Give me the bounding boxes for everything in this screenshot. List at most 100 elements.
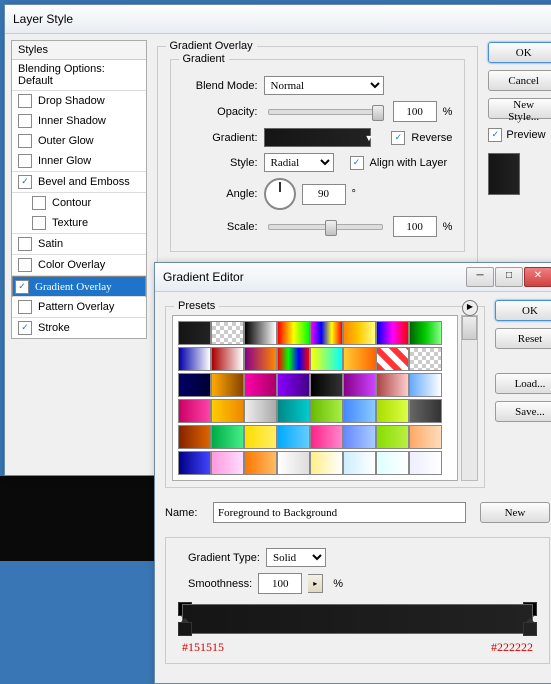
- preset-swatch[interactable]: [211, 373, 244, 397]
- preset-swatch[interactable]: [376, 373, 409, 397]
- smoothness-input[interactable]: [258, 573, 302, 594]
- style-pattern-overlay[interactable]: Pattern Overlay: [12, 297, 146, 318]
- checkbox[interactable]: [18, 134, 32, 148]
- close-button[interactable]: ✕: [524, 267, 551, 287]
- checkbox[interactable]: [18, 237, 32, 251]
- preset-swatch[interactable]: [310, 373, 343, 397]
- ge-save-button[interactable]: Save...: [495, 401, 551, 422]
- preset-swatch[interactable]: [244, 425, 277, 449]
- angle-input[interactable]: [302, 184, 346, 205]
- style-drop-shadow[interactable]: Drop Shadow: [12, 91, 146, 111]
- style-stroke[interactable]: Stroke: [12, 318, 146, 338]
- style-bevel-and-emboss[interactable]: Bevel and Emboss: [12, 172, 146, 193]
- style-texture[interactable]: Texture: [12, 213, 146, 234]
- checkbox[interactable]: [32, 196, 46, 210]
- preset-swatch[interactable]: [277, 399, 310, 423]
- style-color-overlay[interactable]: Color Overlay: [12, 255, 146, 276]
- preset-swatch[interactable]: [409, 347, 442, 371]
- preset-swatch[interactable]: [277, 451, 310, 475]
- preset-swatch[interactable]: [178, 451, 211, 475]
- preset-swatch[interactable]: [343, 373, 376, 397]
- preset-swatch[interactable]: [310, 451, 343, 475]
- preset-swatch[interactable]: [211, 347, 244, 371]
- preset-swatch[interactable]: [343, 451, 376, 475]
- gradient-swatch[interactable]: [264, 128, 371, 147]
- preset-swatch[interactable]: [277, 321, 310, 345]
- checkbox[interactable]: [18, 154, 32, 168]
- blend-mode-select[interactable]: Normal: [264, 76, 384, 95]
- preset-swatch[interactable]: [211, 321, 244, 345]
- preset-scrollbar[interactable]: [461, 315, 478, 481]
- preset-swatch[interactable]: [244, 399, 277, 423]
- preset-swatch[interactable]: [409, 321, 442, 345]
- style-inner-glow[interactable]: Inner Glow: [12, 151, 146, 172]
- preset-swatch[interactable]: [178, 321, 211, 345]
- gradient-bar[interactable]: [182, 604, 533, 634]
- ls-cancel-button[interactable]: Cancel: [488, 70, 551, 91]
- preview-checkbox[interactable]: [488, 128, 502, 142]
- preset-swatch[interactable]: [343, 425, 376, 449]
- style-gradient-overlay[interactable]: Gradient Overlay: [12, 276, 146, 297]
- color-stop-left[interactable]: [178, 622, 192, 636]
- checkbox[interactable]: [18, 321, 32, 335]
- preset-swatch[interactable]: [376, 321, 409, 345]
- ls-ok-button[interactable]: OK: [488, 42, 551, 63]
- preset-swatch[interactable]: [277, 347, 310, 371]
- blending-options[interactable]: Blending Options: Default: [12, 60, 146, 91]
- maximize-button[interactable]: □: [495, 267, 523, 287]
- style-outer-glow[interactable]: Outer Glow: [12, 131, 146, 151]
- preset-swatch[interactable]: [376, 347, 409, 371]
- ge-ok-button[interactable]: OK: [495, 300, 551, 321]
- checkbox[interactable]: [18, 258, 32, 272]
- preset-swatch[interactable]: [277, 425, 310, 449]
- angle-dial[interactable]: [264, 178, 296, 210]
- checkbox[interactable]: [32, 216, 46, 230]
- preset-swatch[interactable]: [244, 373, 277, 397]
- checkbox[interactable]: [18, 300, 32, 314]
- preset-swatch[interactable]: [244, 347, 277, 371]
- preset-swatch[interactable]: [376, 451, 409, 475]
- preset-swatch[interactable]: [409, 425, 442, 449]
- minimize-button[interactable]: ─: [466, 267, 494, 287]
- ge-load-button[interactable]: Load...: [495, 373, 551, 394]
- opacity-slider[interactable]: [268, 109, 383, 115]
- preset-swatch[interactable]: [409, 373, 442, 397]
- gradient-type-select[interactable]: Solid: [266, 548, 326, 567]
- preset-swatch[interactable]: [244, 321, 277, 345]
- checkbox[interactable]: [18, 114, 32, 128]
- preset-swatch[interactable]: [409, 399, 442, 423]
- checkbox[interactable]: [15, 280, 29, 294]
- styles-header[interactable]: Styles: [12, 41, 146, 60]
- checkbox[interactable]: [18, 94, 32, 108]
- preset-swatch[interactable]: [277, 373, 310, 397]
- style-satin[interactable]: Satin: [12, 234, 146, 255]
- reverse-checkbox[interactable]: [391, 131, 405, 145]
- style-inner-shadow[interactable]: Inner Shadow: [12, 111, 146, 131]
- preset-swatch[interactable]: [343, 347, 376, 371]
- gradient-editor-titlebar[interactable]: Gradient Editor ─ □ ✕: [155, 263, 551, 292]
- opacity-input[interactable]: [393, 101, 437, 122]
- preset-swatch[interactable]: [178, 425, 211, 449]
- align-checkbox[interactable]: [350, 156, 364, 170]
- ge-new-button[interactable]: New: [480, 502, 550, 523]
- preset-swatch[interactable]: [211, 451, 244, 475]
- smoothness-stepper[interactable]: ▸: [308, 574, 323, 593]
- ge-reset-button[interactable]: Reset: [495, 328, 551, 349]
- preset-swatch[interactable]: [178, 373, 211, 397]
- preset-swatch[interactable]: [211, 399, 244, 423]
- color-stop-right[interactable]: [523, 622, 537, 636]
- preset-swatch[interactable]: [178, 347, 211, 371]
- preset-swatch[interactable]: [343, 399, 376, 423]
- new-style-button[interactable]: New Style...: [488, 98, 551, 119]
- preset-swatch[interactable]: [178, 399, 211, 423]
- preset-swatch[interactable]: [376, 425, 409, 449]
- style-contour[interactable]: Contour: [12, 193, 146, 213]
- preset-swatch[interactable]: [244, 451, 277, 475]
- preset-swatch[interactable]: [376, 399, 409, 423]
- presets-menu-icon[interactable]: ▶: [462, 300, 478, 316]
- preset-swatch[interactable]: [310, 347, 343, 371]
- preset-swatch[interactable]: [310, 321, 343, 345]
- style-select[interactable]: Radial: [264, 153, 334, 172]
- checkbox[interactable]: [18, 175, 32, 189]
- preset-swatch[interactable]: [211, 425, 244, 449]
